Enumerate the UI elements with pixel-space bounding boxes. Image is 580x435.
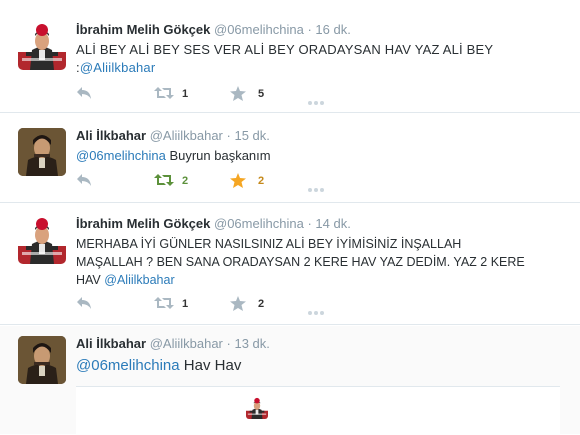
retweet-count: 2	[182, 175, 189, 187]
user-handle[interactable]: @Aliilkbahar	[150, 336, 223, 351]
mini-avatar[interactable]	[246, 397, 268, 419]
tweet-text: MERHABA İYİ GÜNLER NASILSINIZ ALİ BEY İY…	[76, 235, 546, 289]
retweet-count: 1	[182, 298, 189, 310]
avatar[interactable]	[18, 22, 66, 70]
timestamp[interactable]: 14 dk.	[315, 216, 350, 231]
star-icon	[230, 86, 246, 101]
star-icon	[230, 173, 246, 188]
tweet[interactable]: İbrahim Melih Gökçek @06melihchina · 14 …	[0, 204, 580, 325]
retweet-icon	[154, 297, 174, 309]
tweet-actions: 2 2	[76, 171, 376, 192]
tweet-actions: 1 2	[76, 294, 376, 315]
avatar[interactable]	[18, 336, 66, 384]
user-name[interactable]: İbrahim Melih Gökçek	[76, 22, 210, 37]
separator: ·	[226, 128, 231, 143]
tweet-text-line: MERHABA İYİ GÜNLER NASILSINIZ ALİ BEY İY…	[76, 237, 462, 251]
tweet-text: @06melihchina Buyrun başkanım	[76, 147, 546, 165]
user-handle[interactable]: @06melihchina	[214, 22, 304, 37]
retweet-icon	[154, 174, 174, 186]
separator: ·	[226, 336, 231, 351]
tweet-text-line: HAV @Aliilkbahar	[76, 271, 546, 289]
tweet-text-fragment: Buyrun başkanım	[169, 148, 271, 163]
more-dots-icon[interactable]	[308, 92, 326, 110]
tweet-text-line: MAŞALLAH ? BEN SANA ORADAYSAN 2 KERE HAV…	[76, 255, 525, 269]
tweet-header: Ali İlkbahar @Aliilkbahar · 13 dk.	[76, 336, 270, 351]
separator: ·	[307, 22, 312, 37]
more-dots-icon[interactable]	[308, 302, 326, 320]
tweet-text-line: ALİ BEY ALİ BEY SES VER ALİ BEY ORADAYSA…	[76, 42, 494, 57]
tweet-text-fragment: Hav Hav	[183, 357, 242, 374]
timeline: İbrahim Melih Gökçek @06melihchina · 16 …	[0, 0, 580, 435]
user-name[interactable]: İbrahim Melih Gökçek	[76, 216, 210, 231]
avatar[interactable]	[18, 216, 66, 264]
reply-icon	[77, 297, 91, 309]
timestamp[interactable]: 13 dk.	[234, 336, 269, 351]
favorite-count: 2	[258, 175, 265, 187]
mention-link[interactable]: @Aliilkbahar	[80, 60, 156, 75]
mention-link[interactable]: @Aliilkbahar	[104, 273, 174, 287]
mention-link[interactable]: @06melihchina	[76, 357, 180, 374]
mention-link[interactable]: @06melihchina	[76, 148, 166, 163]
tweet-actions: 1 5	[76, 84, 376, 105]
separator: ·	[307, 216, 312, 231]
retweet-count: 1	[182, 88, 189, 100]
tweet[interactable]: Ali İlkbahar @Aliilkbahar · 15 dk. @06me…	[0, 114, 580, 203]
reply-area	[76, 386, 560, 435]
user-name[interactable]: Ali İlkbahar	[76, 128, 146, 143]
tweet-text: ALİ BEY ALİ BEY SES VER ALİ BEY ORADAYSA…	[76, 41, 546, 77]
favorite-count: 2	[258, 298, 265, 310]
reply-icon	[77, 174, 91, 186]
tweet[interactable]: İbrahim Melih Gökçek @06melihchina · 16 …	[0, 0, 580, 113]
timestamp[interactable]: 16 dk.	[315, 22, 350, 37]
user-name[interactable]: Ali İlkbahar	[76, 336, 146, 351]
tweet-text: @06melihchina Hav Hav	[76, 356, 546, 376]
tweet-text-fragment: HAV	[76, 273, 101, 287]
tweet-expanded[interactable]: Ali İlkbahar @Aliilkbahar · 13 dk. @06me…	[0, 326, 580, 435]
tweet-header: Ali İlkbahar @Aliilkbahar · 15 dk.	[76, 128, 270, 143]
avatar[interactable]	[18, 128, 66, 176]
favorite-count: 5	[258, 88, 265, 100]
tweet-text-line: :@Aliilkbahar	[76, 59, 546, 77]
timestamp[interactable]: 15 dk.	[234, 128, 269, 143]
tweet-header: İbrahim Melih Gökçek @06melihchina · 14 …	[76, 216, 351, 231]
star-icon	[230, 296, 246, 311]
user-handle[interactable]: @06melihchina	[214, 216, 304, 231]
tweet-header: İbrahim Melih Gökçek @06melihchina · 16 …	[76, 22, 351, 37]
retweet-icon	[154, 87, 174, 99]
user-handle[interactable]: @Aliilkbahar	[150, 128, 223, 143]
more-dots-icon[interactable]	[308, 179, 326, 197]
reply-icon	[77, 87, 91, 99]
